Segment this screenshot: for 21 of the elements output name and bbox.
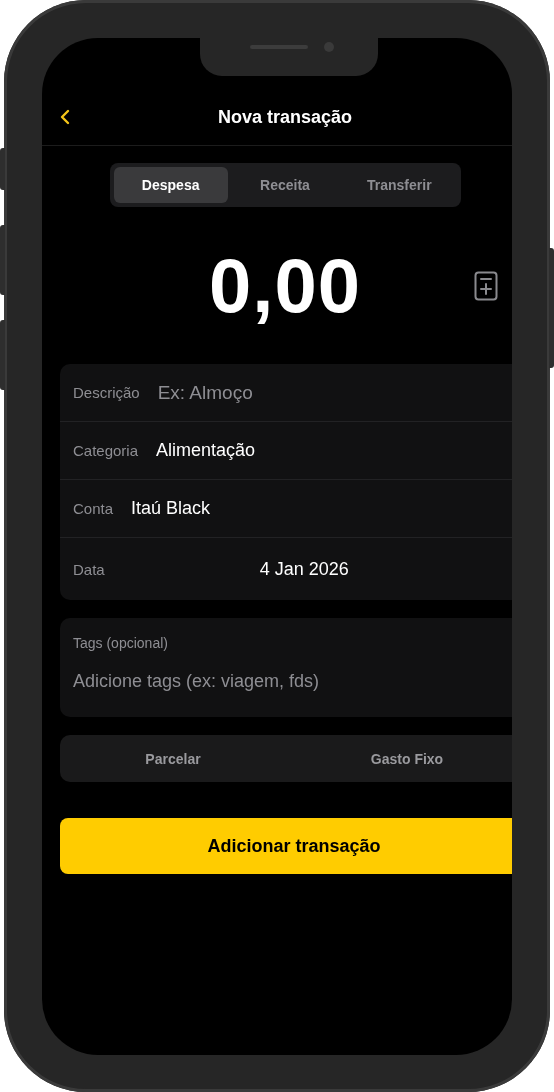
field-label: Conta (73, 500, 114, 517)
amount-value: 0,00 (209, 242, 361, 329)
tab[interactable]: Receita (227, 167, 343, 203)
field-label: Data (73, 560, 105, 578)
chevron-left-icon (60, 109, 70, 125)
description-field[interactable]: Ex: Almoço (157, 379, 358, 406)
tab[interactable]: Despesa (113, 167, 228, 203)
tab[interactable]: Transferir (342, 167, 457, 203)
date-field[interactable]: 4 Jan 2026 (259, 556, 349, 582)
add-transaction-button[interactable]: Adicionar transação (60, 818, 512, 874)
select-field[interactable]: Alimentação (156, 438, 256, 463)
calculator-button[interactable] (474, 271, 498, 301)
tags-field[interactable]: Adicione tags (ex: viagem, fds) (73, 671, 393, 692)
option-button[interactable]: Parcelar (60, 735, 286, 782)
field-label: Tags (opcional) (73, 635, 168, 651)
calculator-icon (474, 271, 498, 301)
select-field[interactable]: Itaú Black (131, 496, 211, 521)
option-button[interactable]: Gasto Fixo (286, 735, 512, 782)
screen-title: Nova transação (217, 107, 353, 128)
field-label: Categoria (73, 442, 139, 459)
field-label: Descrição (73, 384, 140, 401)
